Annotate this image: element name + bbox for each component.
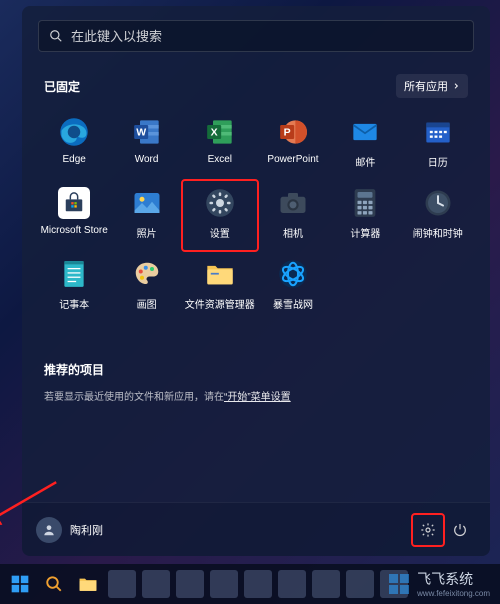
taskbar-item[interactable]	[244, 570, 272, 598]
recommended-header: 推荐的项目	[44, 361, 468, 378]
user-name[interactable]: 陶利刚	[70, 522, 103, 538]
recommended-tip: 若要显示最近使用的文件和新应用，请在“开始”菜单设置	[44, 388, 468, 403]
search-icon	[49, 29, 63, 43]
search-input[interactable]	[71, 29, 463, 44]
start-settings-link[interactable]: “开始”菜单设置	[224, 392, 291, 403]
power-icon	[452, 522, 468, 538]
app-label: 暴雪战网	[273, 296, 313, 311]
app-store[interactable]: Microsoft Store	[38, 181, 110, 250]
clock-icon	[422, 187, 454, 219]
app-paint[interactable]: 画图	[110, 252, 182, 321]
app-label: 相机	[283, 225, 303, 240]
app-label: 记事本	[59, 296, 89, 311]
app-clock[interactable]: 闹钟和时钟	[402, 181, 474, 250]
app-label: Edge	[63, 154, 86, 165]
app-excel[interactable]: X Excel	[183, 110, 257, 179]
app-label: Excel	[208, 154, 232, 165]
app-settings[interactable]: 设置	[183, 181, 257, 250]
taskbar-item[interactable]	[346, 570, 374, 598]
app-label: 闹钟和时钟	[413, 225, 463, 240]
app-calculator[interactable]: 计算器	[329, 181, 401, 250]
taskbar-file-explorer[interactable]	[74, 570, 102, 598]
calculator-icon	[349, 187, 381, 219]
taskbar-item[interactable]	[142, 570, 170, 598]
word-icon: W	[131, 116, 163, 148]
windows-logo-icon	[10, 574, 30, 594]
gear-icon	[420, 522, 436, 538]
app-notepad[interactable]: 记事本	[38, 252, 110, 321]
app-battlenet[interactable]: 暴雪战网	[257, 252, 329, 321]
power-button[interactable]	[444, 514, 476, 546]
camera-icon	[277, 187, 309, 219]
app-label: PowerPoint	[267, 154, 318, 165]
search-icon	[45, 575, 63, 593]
notepad-icon	[58, 258, 90, 290]
settings-gear-icon	[204, 187, 236, 219]
powerpoint-icon: P	[277, 116, 309, 148]
taskbar	[0, 564, 500, 604]
store-icon	[58, 187, 90, 219]
person-icon	[42, 523, 56, 537]
taskbar-start-button[interactable]	[6, 570, 34, 598]
calendar-icon	[422, 116, 454, 148]
taskbar-search-button[interactable]	[40, 570, 68, 598]
app-label: 文件资源管理器	[185, 296, 255, 311]
app-calendar[interactable]: 日历	[402, 110, 474, 179]
settings-button[interactable]	[412, 514, 444, 546]
user-bar: 陶利刚	[22, 502, 490, 556]
svg-text:W: W	[136, 127, 146, 139]
taskbar-item[interactable]	[176, 570, 204, 598]
edge-icon	[58, 116, 90, 148]
recommended-section: 推荐的项目 若要显示最近使用的文件和新应用，请在“开始”菜单设置	[44, 361, 468, 403]
app-label: 设置	[210, 225, 230, 240]
pinned-label: 已固定	[44, 78, 80, 95]
taskbar-item[interactable]	[312, 570, 340, 598]
taskbar-item[interactable]	[278, 570, 306, 598]
app-photos[interactable]: 照片	[110, 181, 182, 250]
excel-icon: X	[204, 116, 236, 148]
app-camera[interactable]: 相机	[257, 181, 329, 250]
start-menu: 已固定 所有应用 Edge W Word X Excel P PowerPoin…	[22, 6, 490, 556]
photos-icon	[131, 187, 163, 219]
tip-text: 若要显示最近使用的文件和新应用，请在	[44, 392, 224, 403]
app-label: 计算器	[350, 225, 380, 240]
app-label: 画图	[137, 296, 157, 311]
app-label: 日历	[428, 154, 448, 169]
search-bar[interactable]	[38, 20, 474, 52]
app-file-explorer[interactable]: 文件资源管理器	[183, 252, 257, 321]
taskbar-item[interactable]	[210, 570, 238, 598]
app-powerpoint[interactable]: P PowerPoint	[257, 110, 329, 179]
app-word[interactable]: W Word	[110, 110, 182, 179]
folder-icon	[204, 258, 236, 290]
pinned-header: 已固定 所有应用	[44, 74, 468, 98]
mail-icon	[349, 116, 381, 148]
all-apps-button[interactable]: 所有应用	[396, 74, 468, 98]
taskbar-item[interactable]	[380, 570, 408, 598]
taskbar-item[interactable]	[108, 570, 136, 598]
chevron-right-icon	[452, 82, 460, 90]
all-apps-label: 所有应用	[404, 78, 448, 94]
app-label: Microsoft Store	[41, 225, 108, 236]
paint-icon	[131, 258, 163, 290]
folder-icon	[78, 575, 98, 593]
app-mail[interactable]: 邮件	[329, 110, 401, 179]
battlenet-icon	[277, 258, 309, 290]
app-label: Word	[135, 154, 159, 165]
app-edge[interactable]: Edge	[38, 110, 110, 179]
pinned-grid: Edge W Word X Excel P PowerPoint 邮件 日历 M…	[38, 110, 474, 321]
app-label: 照片	[137, 225, 157, 240]
app-label: 邮件	[355, 154, 375, 169]
avatar[interactable]	[36, 517, 62, 543]
svg-text:X: X	[210, 127, 217, 139]
svg-text:P: P	[284, 127, 291, 139]
